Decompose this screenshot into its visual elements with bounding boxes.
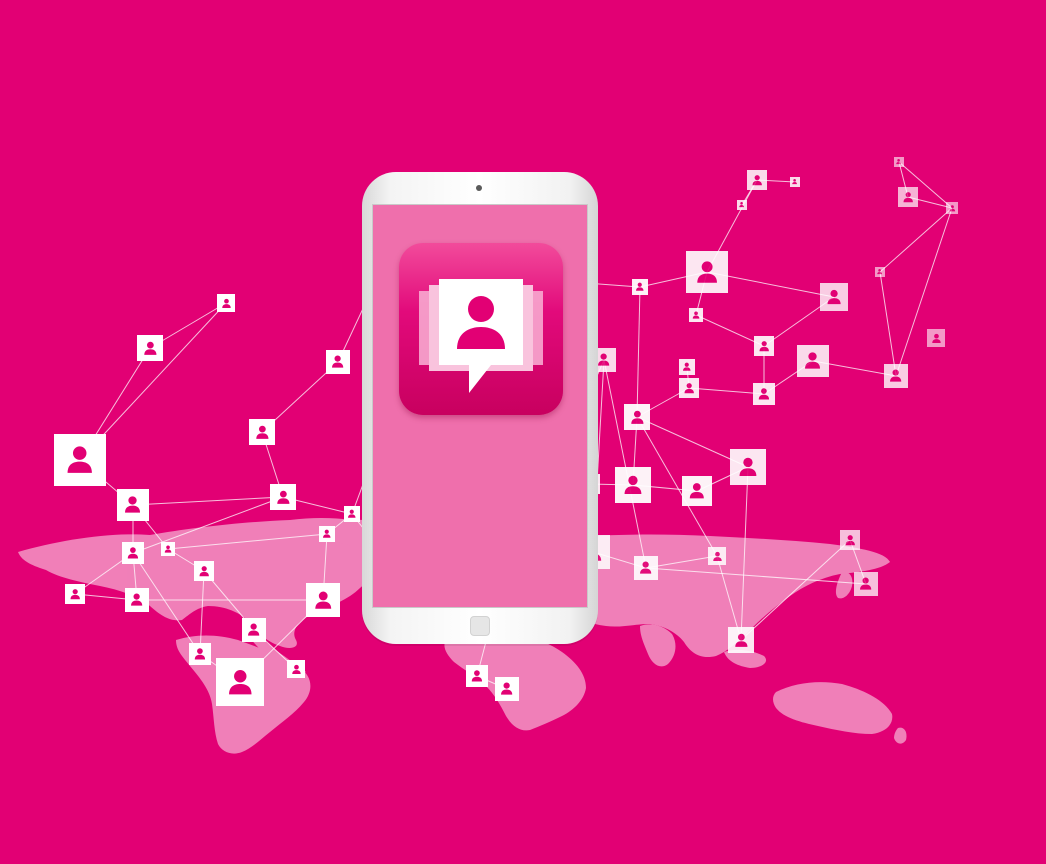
smartphone [362,172,598,644]
person-icon [344,506,360,522]
person-icon [884,364,908,388]
chat-bubble-person-icon[interactable] [399,243,563,415]
person-icon [754,336,774,356]
person-icon [242,618,266,642]
person-icon [875,267,885,277]
person-icon [898,187,918,207]
person-icon [189,643,211,665]
person-icon [686,251,728,293]
person-icon [708,547,726,565]
person-icon [270,484,296,510]
person-icon [624,404,650,430]
person-icon [632,279,648,295]
person-icon [117,489,149,521]
person-icon [682,476,712,506]
person-icon [854,572,878,596]
person-icon [679,378,699,398]
person-icon [306,583,340,617]
phone-screen [372,204,588,608]
person-icon [217,294,235,312]
person-icon [249,419,275,445]
square-button-icon[interactable] [470,616,490,636]
person-icon [689,308,703,322]
person-icon [728,627,754,653]
person-icon [216,658,264,706]
person-icon [615,467,651,503]
person-icon [125,588,149,612]
person-icon [747,170,767,190]
person-icon [927,329,945,347]
person-icon [65,584,85,604]
person-icon [820,283,848,311]
person-icon [840,530,860,550]
person-icon [466,665,488,687]
person-icon [194,561,214,581]
person-icon [634,556,658,580]
person-icon [54,434,106,486]
person-icon [797,345,829,377]
person-icon [790,177,800,187]
person-icon [946,202,958,214]
person-icon [753,383,775,405]
person-icon [737,200,747,210]
person-icon [495,677,519,701]
person-icon [730,449,766,485]
person-icon [161,542,175,556]
person-icon [679,359,695,375]
person-icon [287,660,305,678]
person-icon [122,542,144,564]
person-icon [319,526,335,542]
person-icon [137,335,163,361]
camera-icon [476,185,482,191]
person-icon [894,157,904,167]
person-icon [326,350,350,374]
illustration-scene [0,0,1046,864]
